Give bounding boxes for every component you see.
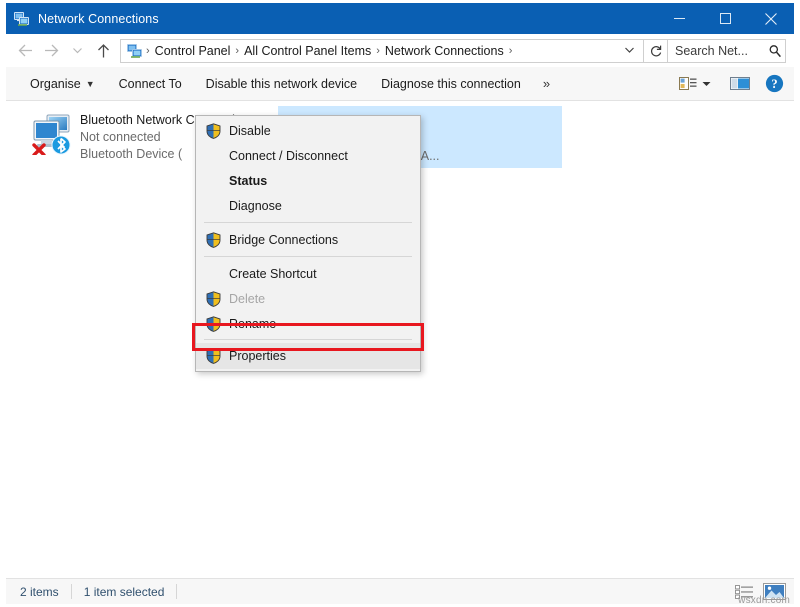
shield-icon (202, 347, 224, 366)
refresh-icon[interactable] (644, 39, 668, 63)
close-icon[interactable] (748, 3, 794, 34)
command-connect-to-label: Connect To (119, 77, 182, 91)
breadcrumb-item-all-control-panel-items[interactable]: All Control Panel Items (240, 44, 375, 58)
menu-item-properties[interactable]: Properties (196, 343, 420, 369)
chevron-down-icon: ▼ (86, 79, 95, 89)
change-view-dropdown-icon[interactable] (698, 71, 721, 97)
forward-arrow-icon[interactable] (38, 38, 64, 64)
help-icon[interactable]: ? (759, 71, 784, 97)
status-selection: 1 item selected (84, 585, 165, 599)
menu-item-label: Bridge Connections (224, 233, 338, 247)
network-adapter-disconnected-bluetooth-icon (28, 111, 76, 155)
command-bar: Organise ▼ Connect To Disable this netwo… (6, 67, 794, 101)
menu-item-status[interactable]: Status (196, 168, 420, 193)
command-disable-device[interactable]: Disable this network device (194, 71, 369, 97)
window-title: Network Connections (38, 12, 159, 26)
menu-item-diagnose[interactable]: Diagnose (196, 193, 420, 218)
address-dropdown-icon[interactable] (620, 45, 643, 57)
breadcrumb-separator: › (508, 45, 514, 57)
command-connect-to[interactable]: Connect To (107, 71, 194, 97)
breadcrumb-item-network-connections[interactable]: Network Connections (381, 44, 508, 58)
command-organise[interactable]: Organise ▼ (18, 71, 107, 97)
watermark: wsxdn.com (738, 595, 790, 606)
status-divider (176, 584, 177, 599)
shield-icon (202, 314, 224, 333)
menu-item-bridge-connections[interactable]: Bridge Connections (196, 227, 420, 252)
menu-item-label: Rename (224, 317, 276, 331)
status-bar: 2 items 1 item selected (6, 578, 794, 604)
menu-item-create-shortcut[interactable]: Create Shortcut (196, 261, 420, 286)
change-view-icon[interactable] (678, 71, 698, 97)
shield-icon (202, 121, 224, 140)
menu-item-delete: Delete (196, 286, 420, 311)
address-bar-row: › Control Panel › All Control Panel Item… (6, 34, 794, 67)
maximize-icon[interactable] (702, 3, 748, 34)
menu-separator (204, 222, 412, 223)
menu-item-icon-placeholder (202, 196, 224, 215)
title-bar: Network Connections (6, 3, 794, 34)
command-diagnose-connection[interactable]: Diagnose this connection (369, 71, 533, 97)
menu-item-label: Connect / Disconnect (224, 149, 348, 163)
search-placeholder: Search Net... (668, 44, 765, 58)
shield-icon (202, 230, 224, 249)
file-explorer-window: Network Connections (0, 0, 800, 607)
menu-item-label: Disable (224, 124, 271, 138)
svg-text:?: ? (771, 77, 777, 91)
menu-item-disable[interactable]: Disable (196, 118, 420, 143)
search-icon[interactable] (765, 44, 785, 58)
up-arrow-icon[interactable] (90, 38, 116, 64)
shield-icon (202, 289, 224, 308)
command-disable-device-label: Disable this network device (206, 77, 357, 91)
menu-item-label: Create Shortcut (224, 267, 317, 281)
chevron-down-icon[interactable] (64, 38, 90, 64)
minimize-icon[interactable] (656, 3, 702, 34)
back-arrow-icon[interactable] (12, 38, 38, 64)
context-menu: Disable Connect / Disconnect Status Diag… (195, 115, 421, 372)
menu-item-label: Status (224, 174, 267, 188)
menu-separator (204, 339, 412, 340)
menu-item-label: Diagnose (224, 199, 282, 213)
network-connections-icon (14, 11, 30, 27)
breadcrumb-bar[interactable]: › Control Panel › All Control Panel Item… (120, 39, 644, 63)
window-controls (656, 3, 794, 34)
menu-item-rename[interactable]: Rename (196, 311, 420, 336)
menu-item-icon-placeholder (202, 264, 224, 283)
menu-item-connect-disconnect[interactable]: Connect / Disconnect (196, 143, 420, 168)
menu-item-icon-placeholder (202, 146, 224, 165)
status-item-count: 2 items (20, 585, 59, 599)
command-organise-label: Organise (30, 77, 81, 91)
command-bar-right: ? (678, 71, 794, 97)
menu-separator (204, 256, 412, 257)
status-divider (71, 584, 72, 599)
breadcrumb-item-control-panel[interactable]: Control Panel (151, 44, 235, 58)
menu-item-label: Delete (224, 292, 265, 306)
command-overflow-icon[interactable]: » (533, 76, 560, 91)
breadcrumb-network-connections-icon (127, 43, 143, 59)
menu-item-icon-placeholder (202, 171, 224, 190)
search-input[interactable]: Search Net... (668, 39, 786, 63)
menu-item-label: Properties (224, 349, 286, 363)
preview-pane-icon[interactable] (721, 71, 759, 97)
command-diagnose-connection-label: Diagnose this connection (381, 77, 521, 91)
